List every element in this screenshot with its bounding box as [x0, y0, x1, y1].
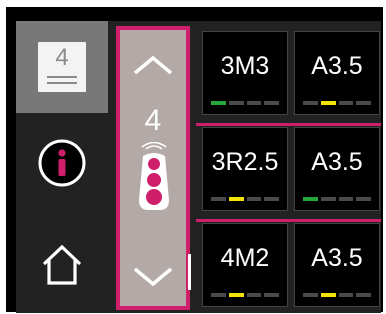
tool-card-line	[47, 82, 77, 84]
status-bar	[246, 197, 262, 201]
traffic-light-icon	[139, 142, 169, 210]
tool-card-icon: 4	[38, 42, 86, 92]
tool-card-line	[47, 76, 77, 78]
selector-value: 4	[144, 104, 162, 137]
status-bar	[246, 101, 262, 105]
tool-selector: 4	[116, 26, 190, 310]
tool-grid: 3M3 A3.5 3R2.5 A3.5 4M2 A3.5	[196, 31, 381, 313]
status-bar	[246, 293, 262, 297]
home-button[interactable]	[16, 219, 108, 311]
status-bar	[356, 101, 371, 105]
status-bar	[303, 101, 318, 105]
grid-cell[interactable]: 4M2	[202, 223, 288, 307]
device-screen: 4 4 3M3 A3.5 3R2.5 A3.5 4M2 A3.5	[6, 7, 383, 313]
status-bars	[303, 293, 371, 297]
grid-cell[interactable]: A3.5	[294, 127, 380, 211]
status-bar	[320, 197, 336, 201]
status-bar	[211, 101, 226, 105]
grid-cell[interactable]: A3.5	[294, 31, 380, 115]
status-bar	[320, 293, 336, 297]
grid-cell[interactable]: 3M3	[202, 31, 288, 115]
status-bar	[303, 293, 318, 297]
status-bar	[320, 101, 336, 105]
status-bar	[228, 197, 244, 201]
cell-label: 3R2.5	[211, 148, 279, 176]
status-bar	[338, 293, 354, 297]
cell-label: 4M2	[220, 244, 270, 272]
status-bar	[264, 293, 279, 297]
status-bars	[303, 101, 371, 105]
home-icon	[42, 244, 82, 285]
grid-cell[interactable]: A3.5	[294, 223, 380, 307]
tool-number-button[interactable]: 4	[16, 21, 108, 113]
chevron-down-icon[interactable]	[132, 266, 174, 288]
status-bars	[211, 197, 279, 201]
tool-panel: 4	[16, 21, 108, 313]
info-button[interactable]	[16, 117, 108, 209]
status-bar	[264, 101, 279, 105]
chevron-up-icon[interactable]	[132, 54, 174, 76]
status-bar	[211, 197, 226, 201]
status-bar	[356, 293, 371, 297]
status-bar	[356, 197, 371, 201]
status-bar	[264, 197, 279, 201]
cell-label: A3.5	[311, 52, 363, 80]
tool-number-label: 4	[55, 44, 69, 71]
status-bar	[228, 101, 244, 105]
status-bar	[211, 293, 226, 297]
cell-label: 3M3	[220, 52, 270, 80]
grid-row: 3M3 A3.5	[202, 31, 381, 119]
cell-label: A3.5	[311, 244, 363, 272]
cell-label: A3.5	[311, 148, 363, 176]
info-icon	[38, 139, 86, 187]
selector-scrollbar[interactable]	[188, 254, 191, 290]
screen-frame: 4 4 3M3 A3.5 3R2.5 A3.5 4M2 A3.5	[16, 21, 381, 313]
status-bars	[211, 101, 279, 105]
status-bar	[338, 197, 354, 201]
grid-row: 4M2 A3.5	[196, 219, 381, 311]
status-bars	[303, 197, 371, 201]
grid-cell[interactable]: 3R2.5	[202, 127, 288, 211]
status-bar	[338, 101, 354, 105]
grid-row: 3R2.5 A3.5	[196, 123, 381, 215]
status-bar	[303, 197, 318, 201]
status-bar	[228, 293, 244, 297]
status-bars	[211, 293, 279, 297]
